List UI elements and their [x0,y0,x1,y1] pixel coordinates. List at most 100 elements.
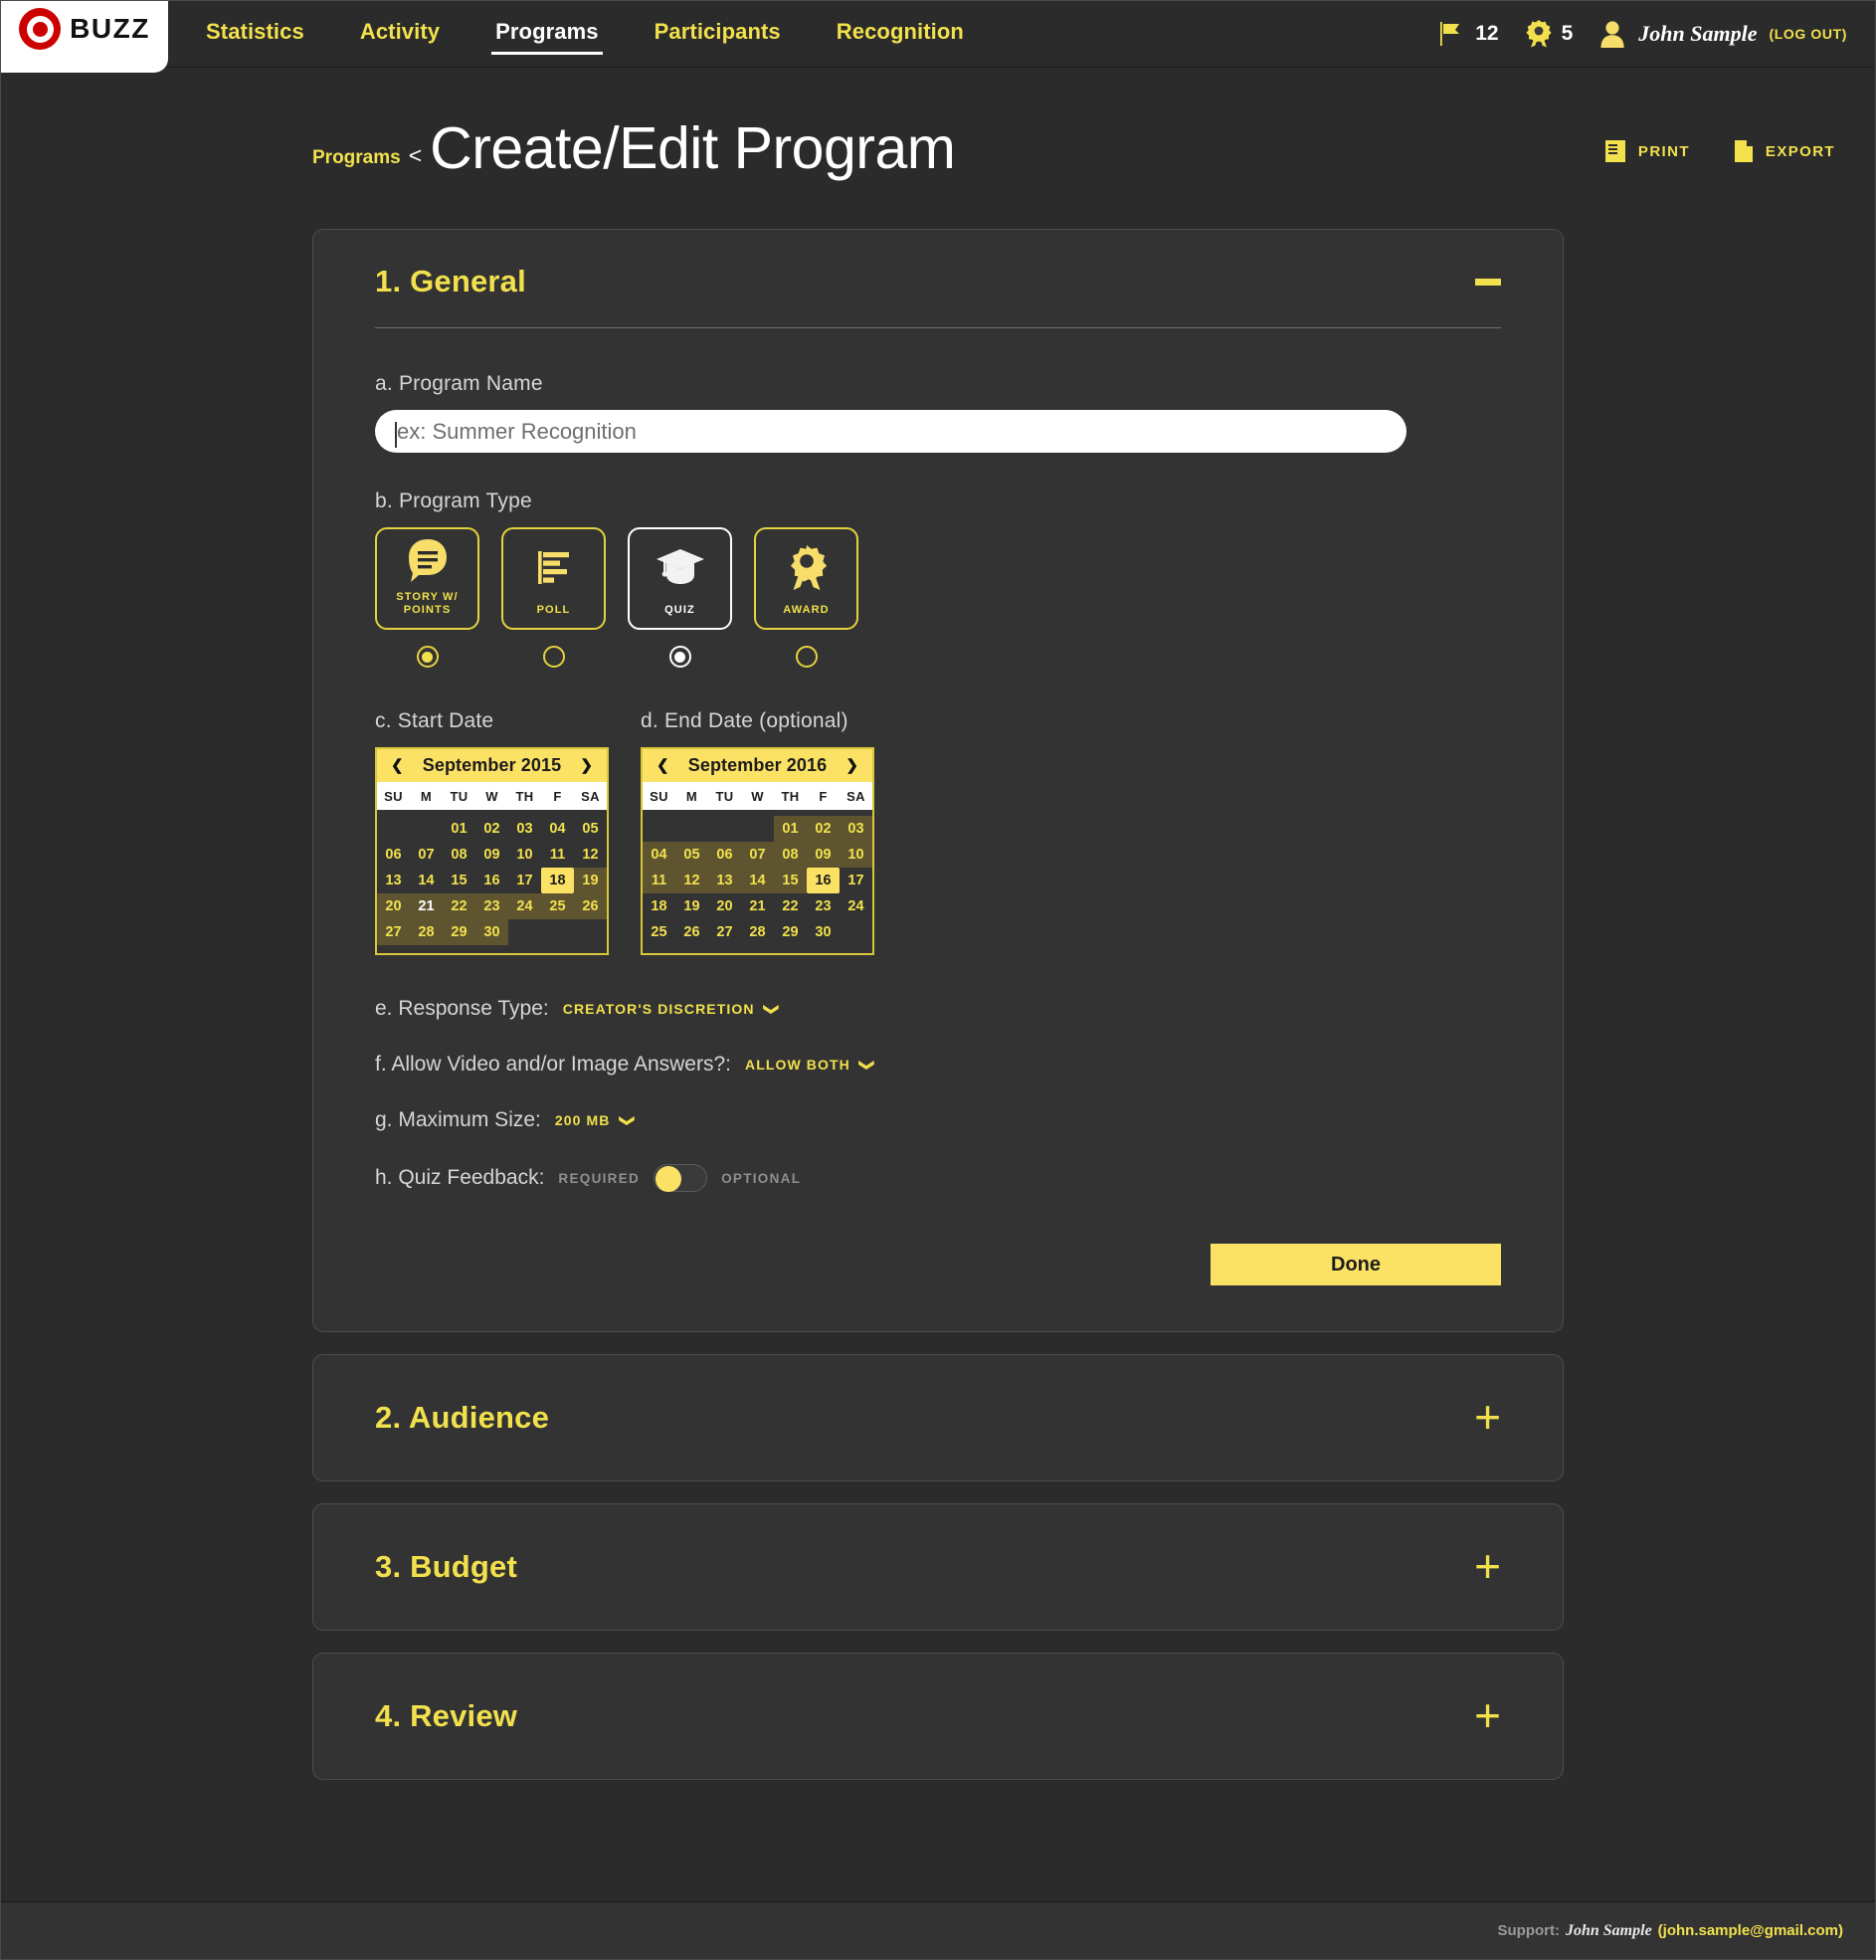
calendar-day[interactable]: 27 [708,919,741,945]
program-type-radio-story[interactable] [416,646,439,668]
plus-icon[interactable]: + [1474,1394,1501,1441]
end-calendar-next-icon[interactable]: ❯ [845,758,858,773]
calendar-day[interactable]: 30 [807,919,840,945]
calendar-day[interactable]: 01 [443,816,475,842]
nav-item-statistics[interactable]: Statistics [178,13,332,55]
calendar-day-selected[interactable]: 16 [807,868,840,893]
program-type-card-award[interactable]: AWARD [754,527,858,630]
nav-item-recognition[interactable]: Recognition [809,13,992,55]
calendar-day[interactable]: 08 [443,842,475,868]
calendar-day[interactable]: 22 [443,893,475,919]
support-email[interactable]: (john.sample@gmail.com) [1658,1922,1843,1939]
calendar-day[interactable]: 24 [508,893,541,919]
plus-icon[interactable]: + [1474,1692,1501,1739]
calendar-day[interactable]: 20 [377,893,410,919]
calendar-day[interactable]: 14 [410,868,443,893]
calendar-day[interactable]: 03 [508,816,541,842]
calendar-day[interactable]: 13 [708,868,741,893]
allow-media-dropdown[interactable]: ALLOW BOTH ❯ [745,1057,875,1073]
calendar-day[interactable]: 04 [541,816,574,842]
section-review-header[interactable]: 4. Review + [313,1654,1563,1779]
calendar-day[interactable]: 25 [643,919,675,945]
plus-icon[interactable]: + [1474,1543,1501,1590]
section-budget[interactable]: 3. Budget + [312,1503,1564,1631]
calendar-day[interactable]: 11 [541,842,574,868]
nav-item-activity[interactable]: Activity [332,13,468,55]
calendar-day[interactable]: 07 [741,842,774,868]
calendar-day[interactable]: 12 [574,842,607,868]
calendar-day-selected[interactable]: 18 [541,868,574,893]
brand-logo[interactable]: BUZZ [1,1,168,73]
calendar-day[interactable]: 29 [443,919,475,945]
export-button[interactable]: EXPORT [1734,139,1835,163]
program-type-radio-quiz[interactable] [668,646,691,668]
calendar-day[interactable]: 23 [807,893,840,919]
calendar-day[interactable]: 07 [410,842,443,868]
section-general-header[interactable]: 1. General [313,230,1563,299]
calendar-day[interactable]: 15 [443,868,475,893]
section-audience[interactable]: 2. Audience + [312,1354,1564,1481]
logout-link[interactable]: (LOG OUT) [1770,26,1848,42]
calendar-day[interactable]: 21 [410,893,443,919]
end-date-calendar[interactable]: ❮ September 2016 ❯ SU M TU W TH F SA 01 02 03 04 0… [641,747,874,955]
calendar-day[interactable]: 30 [475,919,508,945]
section-review[interactable]: 4. Review + [312,1653,1564,1780]
calendar-day[interactable]: 23 [475,893,508,919]
calendar-day[interactable]: 09 [475,842,508,868]
calendar-day[interactable]: 03 [840,816,872,842]
user-menu[interactable]: John Sample (LOG OUT) [1598,19,1847,49]
calendar-day[interactable]: 09 [807,842,840,868]
start-date-calendar[interactable]: ❮ September 2015 ❯ SU M TU W TH F SA 01 02 03 04 0… [375,747,609,955]
calendar-day[interactable]: 28 [741,919,774,945]
calendar-day[interactable]: 19 [574,868,607,893]
response-type-dropdown[interactable]: CREATOR'S DISCRETION ❯ [563,1001,780,1017]
nav-item-programs[interactable]: Programs [468,13,627,55]
start-calendar-prev-icon[interactable]: ❮ [391,758,404,773]
calendar-day[interactable]: 29 [774,919,807,945]
calendar-day[interactable]: 13 [377,868,410,893]
start-calendar-next-icon[interactable]: ❯ [580,758,593,773]
calendar-day[interactable]: 08 [774,842,807,868]
calendar-day[interactable]: 06 [377,842,410,868]
calendar-day[interactable]: 17 [508,868,541,893]
calendar-day[interactable]: 01 [774,816,807,842]
calendar-day[interactable]: 26 [574,893,607,919]
program-type-card-poll[interactable]: POLL [501,527,606,630]
quiz-feedback-toggle[interactable] [654,1164,708,1192]
maximum-size-dropdown[interactable]: 200 MB ❯ [555,1112,635,1128]
end-calendar-prev-icon[interactable]: ❮ [657,758,669,773]
done-button[interactable]: Done [1211,1244,1501,1285]
program-type-card-story[interactable]: STORY W/ POINTS [375,527,479,630]
calendar-day[interactable]: 02 [475,816,508,842]
breadcrumb-programs[interactable]: Programs [312,147,401,185]
program-type-card-quiz[interactable]: QUIZ [628,527,732,630]
calendar-day[interactable]: 02 [807,816,840,842]
calendar-day[interactable]: 18 [643,893,675,919]
flag-count-chip[interactable]: 12 [1436,19,1499,49]
section-audience-header[interactable]: 2. Audience + [313,1355,1563,1480]
calendar-day[interactable]: 14 [741,868,774,893]
calendar-day[interactable]: 15 [774,868,807,893]
calendar-day[interactable]: 05 [675,842,708,868]
minus-icon[interactable] [1475,278,1501,286]
calendar-day[interactable]: 10 [508,842,541,868]
calendar-day[interactable]: 17 [840,868,872,893]
calendar-day[interactable]: 05 [574,816,607,842]
badge-count-chip[interactable]: 5 [1525,19,1573,49]
calendar-day[interactable]: 24 [840,893,872,919]
calendar-day[interactable]: 28 [410,919,443,945]
calendar-day[interactable]: 19 [675,893,708,919]
section-budget-header[interactable]: 3. Budget + [313,1504,1563,1630]
calendar-day[interactable]: 16 [475,868,508,893]
calendar-day[interactable]: 25 [541,893,574,919]
calendar-day[interactable]: 26 [675,919,708,945]
program-type-radio-poll[interactable] [542,646,565,668]
calendar-day[interactable]: 06 [708,842,741,868]
program-type-radio-award[interactable] [795,646,818,668]
calendar-day[interactable]: 11 [643,868,675,893]
calendar-day[interactable]: 27 [377,919,410,945]
nav-item-participants[interactable]: Participants [627,13,809,55]
calendar-day[interactable]: 22 [774,893,807,919]
calendar-day[interactable]: 21 [741,893,774,919]
calendar-day[interactable]: 20 [708,893,741,919]
